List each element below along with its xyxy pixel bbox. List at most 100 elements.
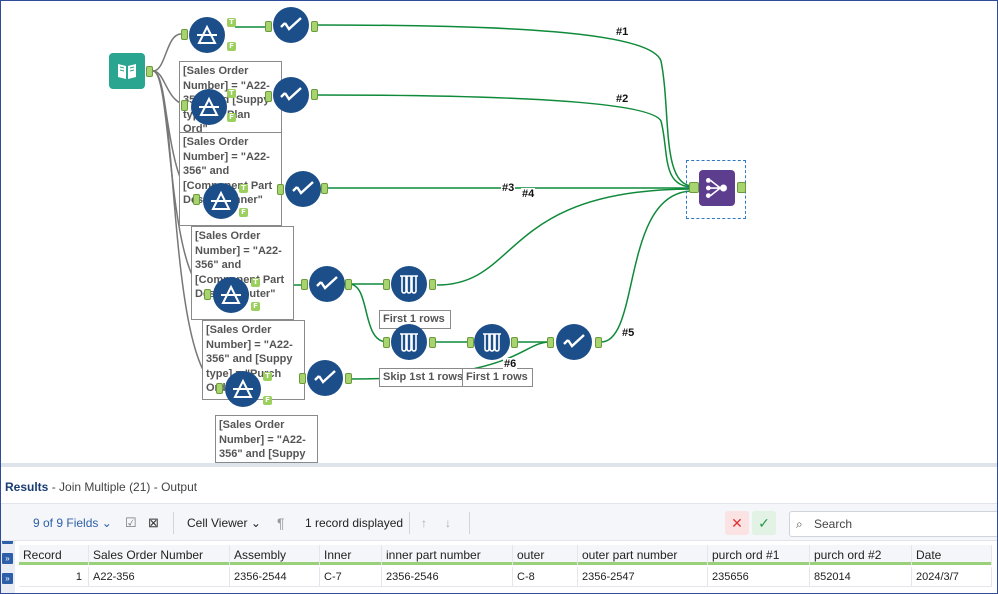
select-tool-2[interactable] (273, 77, 309, 113)
table-row[interactable]: 1 A22-356 2356-2544 C-7 2356-2546 C-8 2356-254… (19, 567, 992, 587)
select4-output-anchor[interactable] (345, 279, 352, 290)
table-cell[interactable]: A22-356 (89, 567, 230, 587)
filter1-input-anchor[interactable] (181, 29, 188, 40)
select3-input-anchor[interactable] (277, 184, 284, 195)
filter1-true-anchor[interactable]: T (227, 18, 236, 27)
table-cell[interactable]: 2356-2546 (382, 567, 513, 587)
cell-viewer-label: Cell Viewer (187, 516, 248, 530)
select1-output-anchor[interactable] (311, 21, 318, 32)
close-filter-button[interactable]: ✕ (725, 511, 749, 535)
arrow-up-icon[interactable]: ↑ (421, 514, 427, 532)
filter2-input-anchor[interactable] (181, 100, 188, 111)
filter2-true-anchor[interactable]: T (227, 89, 236, 98)
filter3-false-anchor[interactable]: F (239, 208, 248, 217)
column-header[interactable]: outer part number (578, 545, 708, 565)
wire-input-filter1 (152, 33, 182, 72)
select3-output-anchor[interactable] (321, 183, 328, 194)
apply-filter-button[interactable]: ✓ (752, 511, 776, 535)
cell-viewer-dropdown[interactable]: Cell Viewer ⌄ (187, 514, 261, 532)
filter3-true-anchor[interactable]: T (239, 184, 248, 193)
wire-2 (316, 94, 694, 188)
select6-input-anchor[interactable] (547, 337, 554, 348)
column-header[interactable]: purch ord #1 (708, 545, 810, 565)
column-header[interactable]: Record (19, 545, 89, 565)
filter-tool-4[interactable] (213, 277, 249, 313)
clear-box-icon[interactable]: ⊠ (148, 514, 159, 532)
select-tool-3[interactable] (285, 171, 321, 207)
table-cell[interactable]: 2356-2547 (578, 567, 708, 587)
join-input-anchor[interactable] (689, 182, 699, 193)
filter1-false-anchor[interactable]: F (227, 42, 236, 51)
column-header[interactable]: outer (513, 545, 578, 565)
workflow-canvas[interactable]: T F [Sales Order Number] = "A22-356" and… (1, 1, 997, 463)
column-header[interactable]: purch ord #2 (810, 545, 912, 565)
table-cell[interactable]: 235656 (708, 567, 810, 587)
sample2-input-anchor[interactable] (383, 337, 390, 348)
toolbar-divider (469, 512, 470, 534)
select4-input-anchor[interactable] (301, 279, 308, 290)
sample-tool-3[interactable] (474, 324, 510, 360)
filter5-false-anchor[interactable]: F (263, 396, 272, 405)
filter4-input-anchor[interactable] (204, 289, 211, 300)
expand-icon-3[interactable]: » (2, 573, 13, 584)
filter4-false-anchor[interactable]: F (251, 302, 260, 311)
column-header[interactable]: inner part number (382, 545, 513, 565)
records-displayed: 1 record displayed (305, 516, 404, 530)
check-icon: ✓ (758, 514, 770, 531)
sample3-input-anchor[interactable] (467, 337, 474, 348)
table-cell[interactable]: 1 (19, 567, 89, 587)
filter-tool-3[interactable] (203, 183, 239, 219)
table-cell[interactable]: 2024/3/7 (912, 567, 992, 587)
sample1-input-anchor[interactable] (383, 279, 390, 290)
column-header[interactable]: Date (912, 545, 992, 565)
select5-output-anchor[interactable] (345, 373, 352, 384)
select-tool-6[interactable] (556, 324, 592, 360)
filter2-false-anchor[interactable]: F (227, 113, 236, 122)
column-header[interactable]: Inner (320, 545, 382, 565)
select-tool-1[interactable] (273, 7, 309, 43)
select6-output-anchor[interactable] (595, 337, 602, 348)
input-data-tool[interactable] (109, 53, 145, 89)
select-tool-5[interactable] (307, 360, 343, 396)
filter5-true-anchor[interactable]: T (263, 372, 272, 381)
wire-1 (316, 24, 694, 187)
table-cell[interactable]: 852014 (810, 567, 912, 587)
expand-icon-2[interactable]: » (2, 553, 13, 564)
filter5-input-anchor[interactable] (216, 383, 223, 394)
filter-tool-1[interactable] (189, 17, 225, 53)
filter4-true-anchor[interactable]: T (251, 278, 260, 287)
filter-tool-5[interactable] (225, 371, 261, 407)
wire-5 (600, 190, 694, 343)
sample3-output-anchor[interactable] (511, 337, 518, 348)
pilcrow-icon[interactable]: ¶ (277, 514, 285, 532)
sample1-output-anchor[interactable] (429, 279, 436, 290)
book-icon (118, 64, 136, 79)
arrow-down-icon[interactable]: ↓ (445, 514, 451, 532)
sample2-output-anchor[interactable] (429, 337, 436, 348)
column-header[interactable]: Sales Order Number (89, 545, 230, 565)
sample3-annotation: First 1 rows (462, 368, 533, 387)
input-output-anchor[interactable] (146, 66, 153, 77)
check-edit-icon[interactable]: ☑ (125, 514, 137, 532)
filter6-annotation: [Sales Order Number] = "A22-356" and [Su… (215, 415, 318, 463)
select1-input-anchor[interactable] (265, 21, 272, 32)
sample-tool-2[interactable] (391, 324, 427, 360)
search-input[interactable]: ⌕ Search (789, 511, 997, 537)
select2-output-anchor[interactable] (311, 89, 318, 100)
join-multiple-tool[interactable] (699, 170, 735, 206)
fields-label: 9 of 9 Fields (33, 516, 99, 530)
select-check-icon (563, 334, 585, 348)
select2-input-anchor[interactable] (265, 91, 272, 102)
table-cell[interactable]: C-8 (513, 567, 578, 587)
select5-input-anchor[interactable] (299, 373, 306, 384)
filter-tool-2[interactable] (191, 89, 227, 125)
filter3-input-anchor[interactable] (193, 194, 200, 205)
join-output-anchor[interactable] (737, 182, 746, 193)
wire-4 (436, 188, 694, 286)
column-header[interactable]: Assembly (230, 545, 320, 565)
fields-dropdown[interactable]: 9 of 9 Fields ⌄ (33, 514, 112, 532)
sample-tool-1[interactable] (391, 266, 427, 302)
table-cell[interactable]: C-7 (320, 567, 382, 587)
table-cell[interactable]: 2356-2544 (230, 567, 320, 587)
select-tool-4[interactable] (309, 266, 345, 302)
